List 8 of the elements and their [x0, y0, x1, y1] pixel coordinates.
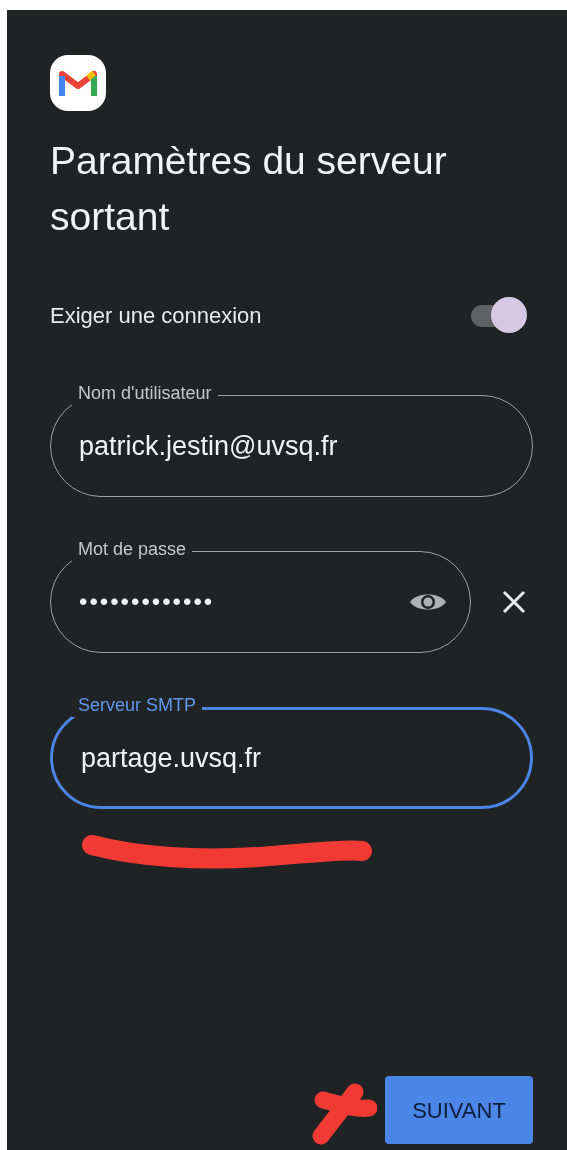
setting-label: Exiger une connexion [50, 301, 262, 330]
text-input[interactable]: patrick.jestin@uvsq.fr [79, 425, 510, 467]
app-logo-icon [50, 55, 106, 111]
text-input[interactable]: partage.uvsq.fr [81, 737, 508, 779]
toggle-switch[interactable] [469, 297, 527, 333]
password-input[interactable]: ••••••••••••• [79, 584, 408, 620]
next-button[interactable]: SUIVANT [385, 1076, 533, 1144]
page-title: Paramètres du serveur sortant [50, 138, 448, 240]
